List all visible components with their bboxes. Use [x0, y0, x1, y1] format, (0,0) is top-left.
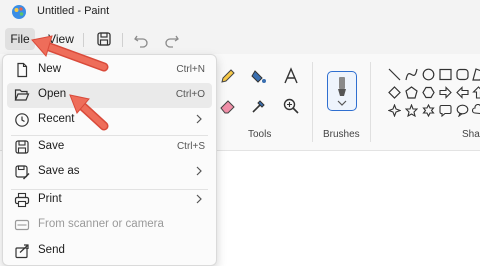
menu-separator: [83, 33, 84, 47]
chevron-right-icon: [196, 194, 202, 204]
menu-bar: File View: [0, 24, 480, 54]
title-bar: Untitled - Paint: [0, 0, 480, 24]
view-menu-button[interactable]: View: [46, 28, 76, 50]
menu-item-label: Save as: [38, 165, 80, 177]
right-arrow-shape-icon[interactable]: [439, 86, 452, 99]
menu-item-shortcut: Ctrl+S: [176, 141, 205, 152]
chevron-right-icon: [196, 166, 202, 176]
menu-item-label: New: [38, 63, 62, 75]
rounded-callout-shape-icon[interactable]: [439, 104, 452, 117]
menu-item-shortcut: Ctrl+O: [175, 89, 205, 100]
menu-item-label: Print: [38, 193, 62, 205]
new-file-icon: [17, 62, 28, 78]
menu-item-label: Send: [38, 244, 65, 256]
undo-icon[interactable]: [132, 30, 150, 48]
ribbon-separator: [312, 62, 313, 142]
cloud-callout-shape-icon[interactable]: [472, 104, 480, 117]
oval-callout-shape-icon[interactable]: [456, 104, 469, 117]
magnifier-icon[interactable]: [281, 96, 301, 116]
save-as-icon: [15, 165, 30, 180]
printer-icon: [14, 192, 30, 208]
brushes-button[interactable]: [327, 71, 357, 111]
menu-item-save-as[interactable]: Save as: [7, 160, 212, 185]
text-icon[interactable]: [281, 66, 301, 86]
paint-app-icon: [12, 5, 26, 19]
chevron-right-icon: [196, 114, 202, 124]
menu-item-print[interactable]: Print: [7, 188, 212, 213]
menu-item-label: Open: [38, 88, 67, 100]
brush-icon: [338, 77, 346, 96]
menu-item-open[interactable]: Open Ctrl+O: [7, 83, 212, 108]
five-point-star-shape-icon[interactable]: [405, 104, 418, 117]
file-menu-button[interactable]: File: [5, 28, 35, 50]
window-title: Untitled - Paint: [37, 5, 110, 17]
eraser-icon[interactable]: [218, 96, 238, 116]
color-picker-icon[interactable]: [249, 96, 269, 116]
share-icon: [15, 244, 29, 259]
shapes-group-label: Shap: [462, 129, 480, 140]
menu-item-label: Save: [38, 140, 65, 152]
curve-shape-icon[interactable]: [405, 68, 418, 81]
menu-item-new[interactable]: New Ctrl+N: [7, 58, 212, 83]
save-icon: [15, 140, 29, 154]
six-point-star-shape-icon[interactable]: [422, 104, 435, 117]
rounded-rectangle-shape-icon[interactable]: [456, 68, 469, 81]
rectangle-shape-icon[interactable]: [439, 68, 452, 81]
menu-item-label: From scanner or camera: [38, 218, 164, 230]
tools-group-label: Tools: [248, 129, 272, 140]
folder-open-icon: [14, 89, 30, 101]
chevron-down-icon: [337, 100, 347, 106]
oval-shape-icon[interactable]: [422, 68, 435, 81]
left-arrow-shape-icon[interactable]: [456, 86, 469, 99]
polygon-shape-icon[interactable]: [472, 68, 480, 81]
save-icon[interactable]: [95, 30, 113, 48]
diamond-shape-icon[interactable]: [388, 86, 401, 99]
hexagon-shape-icon[interactable]: [422, 86, 435, 99]
menu-separator: [122, 33, 123, 47]
menu-item-shortcut: Ctrl+N: [176, 64, 205, 75]
line-shape-icon[interactable]: [388, 68, 401, 81]
redo-icon[interactable]: [163, 30, 181, 48]
pencil-icon[interactable]: [218, 66, 238, 86]
four-point-star-shape-icon[interactable]: [388, 104, 401, 117]
menu-item-send[interactable]: Send: [7, 239, 212, 264]
up-arrow-shape-icon[interactable]: [472, 86, 480, 99]
menu-item-label: Recent: [38, 113, 75, 125]
brushes-group-label: Brushes: [323, 129, 360, 140]
file-menu-dropdown: New Ctrl+N Open Ctrl+O Recent Save Ctrl+…: [2, 54, 217, 266]
menu-item-recent[interactable]: Recent: [7, 108, 212, 133]
menu-item-from-scanner-or-camera: From scanner or camera: [7, 213, 212, 238]
menu-item-save[interactable]: Save Ctrl+S: [7, 135, 212, 160]
ribbon-separator: [370, 62, 371, 142]
scanner-icon: [14, 219, 30, 231]
fill-bucket-icon[interactable]: [249, 66, 269, 86]
clock-icon: [15, 113, 29, 127]
pentagon-shape-icon[interactable]: [405, 86, 418, 99]
